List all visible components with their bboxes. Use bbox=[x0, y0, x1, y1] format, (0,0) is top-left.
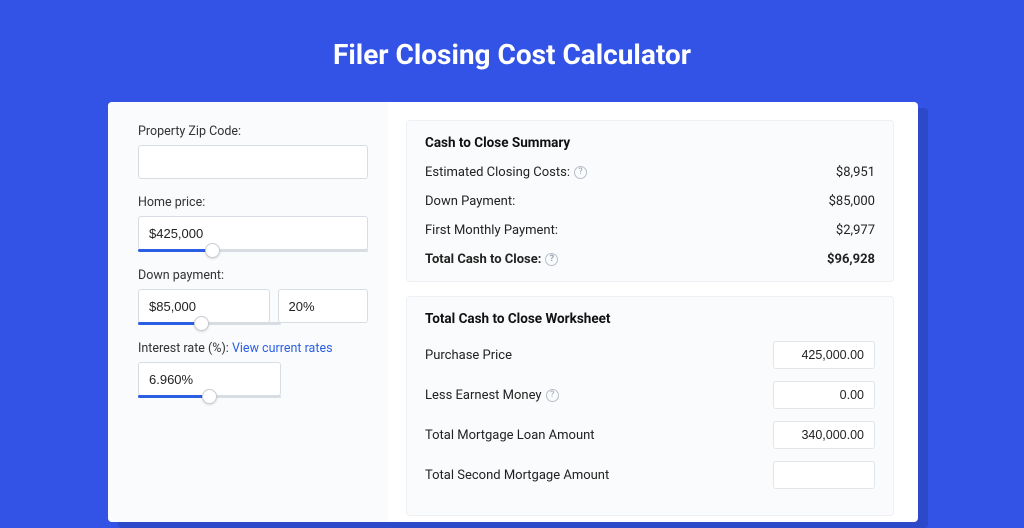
worksheet-row-second-mortgage: Total Second Mortgage Amount bbox=[425, 461, 875, 489]
summary-label: First Monthly Payment: bbox=[425, 223, 558, 238]
interest-rate-slider-fill bbox=[138, 395, 209, 398]
down-payment-slider-fill bbox=[138, 322, 201, 325]
view-rates-link[interactable]: View current rates bbox=[232, 341, 333, 356]
summary-total-value: $96,928 bbox=[827, 252, 875, 267]
interest-rate-slider-thumb[interactable] bbox=[202, 389, 217, 404]
summary-section: Cash to Close Summary Estimated Closing … bbox=[406, 120, 894, 282]
interest-rate-field: Interest rate (%): View current rates bbox=[138, 341, 368, 398]
summary-title: Cash to Close Summary bbox=[425, 135, 875, 151]
interest-rate-label: Interest rate (%): View current rates bbox=[138, 341, 368, 356]
worksheet-title: Total Cash to Close Worksheet bbox=[425, 311, 875, 327]
summary-row-first-payment: First Monthly Payment: $2,977 bbox=[425, 223, 875, 238]
summary-label: Down Payment: bbox=[425, 194, 515, 209]
interest-rate-slider[interactable] bbox=[138, 395, 281, 398]
home-price-slider-thumb[interactable] bbox=[205, 243, 220, 258]
worksheet-label: Total Mortgage Loan Amount bbox=[425, 428, 595, 443]
calculator-card: Property Zip Code: Home price: Down paym… bbox=[108, 102, 918, 522]
worksheet-input-second-mortgage[interactable] bbox=[773, 461, 875, 489]
worksheet-input-earnest-money[interactable] bbox=[773, 381, 875, 409]
down-payment-pct-input[interactable] bbox=[278, 289, 368, 323]
worksheet-input-purchase-price[interactable] bbox=[773, 341, 875, 369]
summary-value: $2,977 bbox=[836, 223, 875, 238]
summary-row-closing-costs: Estimated Closing Costs: ? $8,951 bbox=[425, 165, 875, 180]
down-payment-field: Down payment: bbox=[138, 268, 368, 325]
help-icon[interactable]: ? bbox=[574, 166, 587, 179]
worksheet-section: Total Cash to Close Worksheet Purchase P… bbox=[406, 296, 894, 516]
summary-value: $85,000 bbox=[829, 194, 875, 209]
zip-input[interactable] bbox=[138, 145, 368, 179]
home-price-label: Home price: bbox=[138, 195, 368, 210]
summary-value: $8,951 bbox=[836, 165, 875, 180]
help-icon[interactable]: ? bbox=[546, 389, 559, 402]
summary-total-label: Total Cash to Close: bbox=[425, 252, 541, 267]
worksheet-row-purchase-price: Purchase Price bbox=[425, 341, 875, 369]
summary-label: Estimated Closing Costs: bbox=[425, 165, 570, 180]
home-price-input[interactable] bbox=[138, 216, 368, 250]
down-payment-slider-thumb[interactable] bbox=[194, 316, 209, 331]
help-icon[interactable]: ? bbox=[545, 253, 558, 266]
worksheet-input-loan-amount[interactable] bbox=[773, 421, 875, 449]
summary-row-total: Total Cash to Close: ? $96,928 bbox=[425, 252, 875, 267]
worksheet-row-earnest-money: Less Earnest Money ? bbox=[425, 381, 875, 409]
page-title: Filer Closing Cost Calculator bbox=[0, 0, 1024, 95]
worksheet-label: Purchase Price bbox=[425, 348, 512, 363]
form-panel: Property Zip Code: Home price: Down paym… bbox=[108, 102, 388, 522]
home-price-field: Home price: bbox=[138, 195, 368, 252]
down-payment-slider[interactable] bbox=[138, 322, 281, 325]
summary-row-down-payment: Down Payment: $85,000 bbox=[425, 194, 875, 209]
worksheet-label: Total Second Mortgage Amount bbox=[425, 468, 609, 483]
results-panel: Cash to Close Summary Estimated Closing … bbox=[388, 102, 918, 522]
zip-label: Property Zip Code: bbox=[138, 124, 368, 139]
down-payment-label: Down payment: bbox=[138, 268, 368, 283]
home-price-slider[interactable] bbox=[138, 249, 368, 252]
worksheet-label: Less Earnest Money bbox=[425, 388, 542, 403]
worksheet-row-loan-amount: Total Mortgage Loan Amount bbox=[425, 421, 875, 449]
home-price-slider-fill bbox=[138, 249, 212, 252]
zip-field: Property Zip Code: bbox=[138, 124, 368, 179]
